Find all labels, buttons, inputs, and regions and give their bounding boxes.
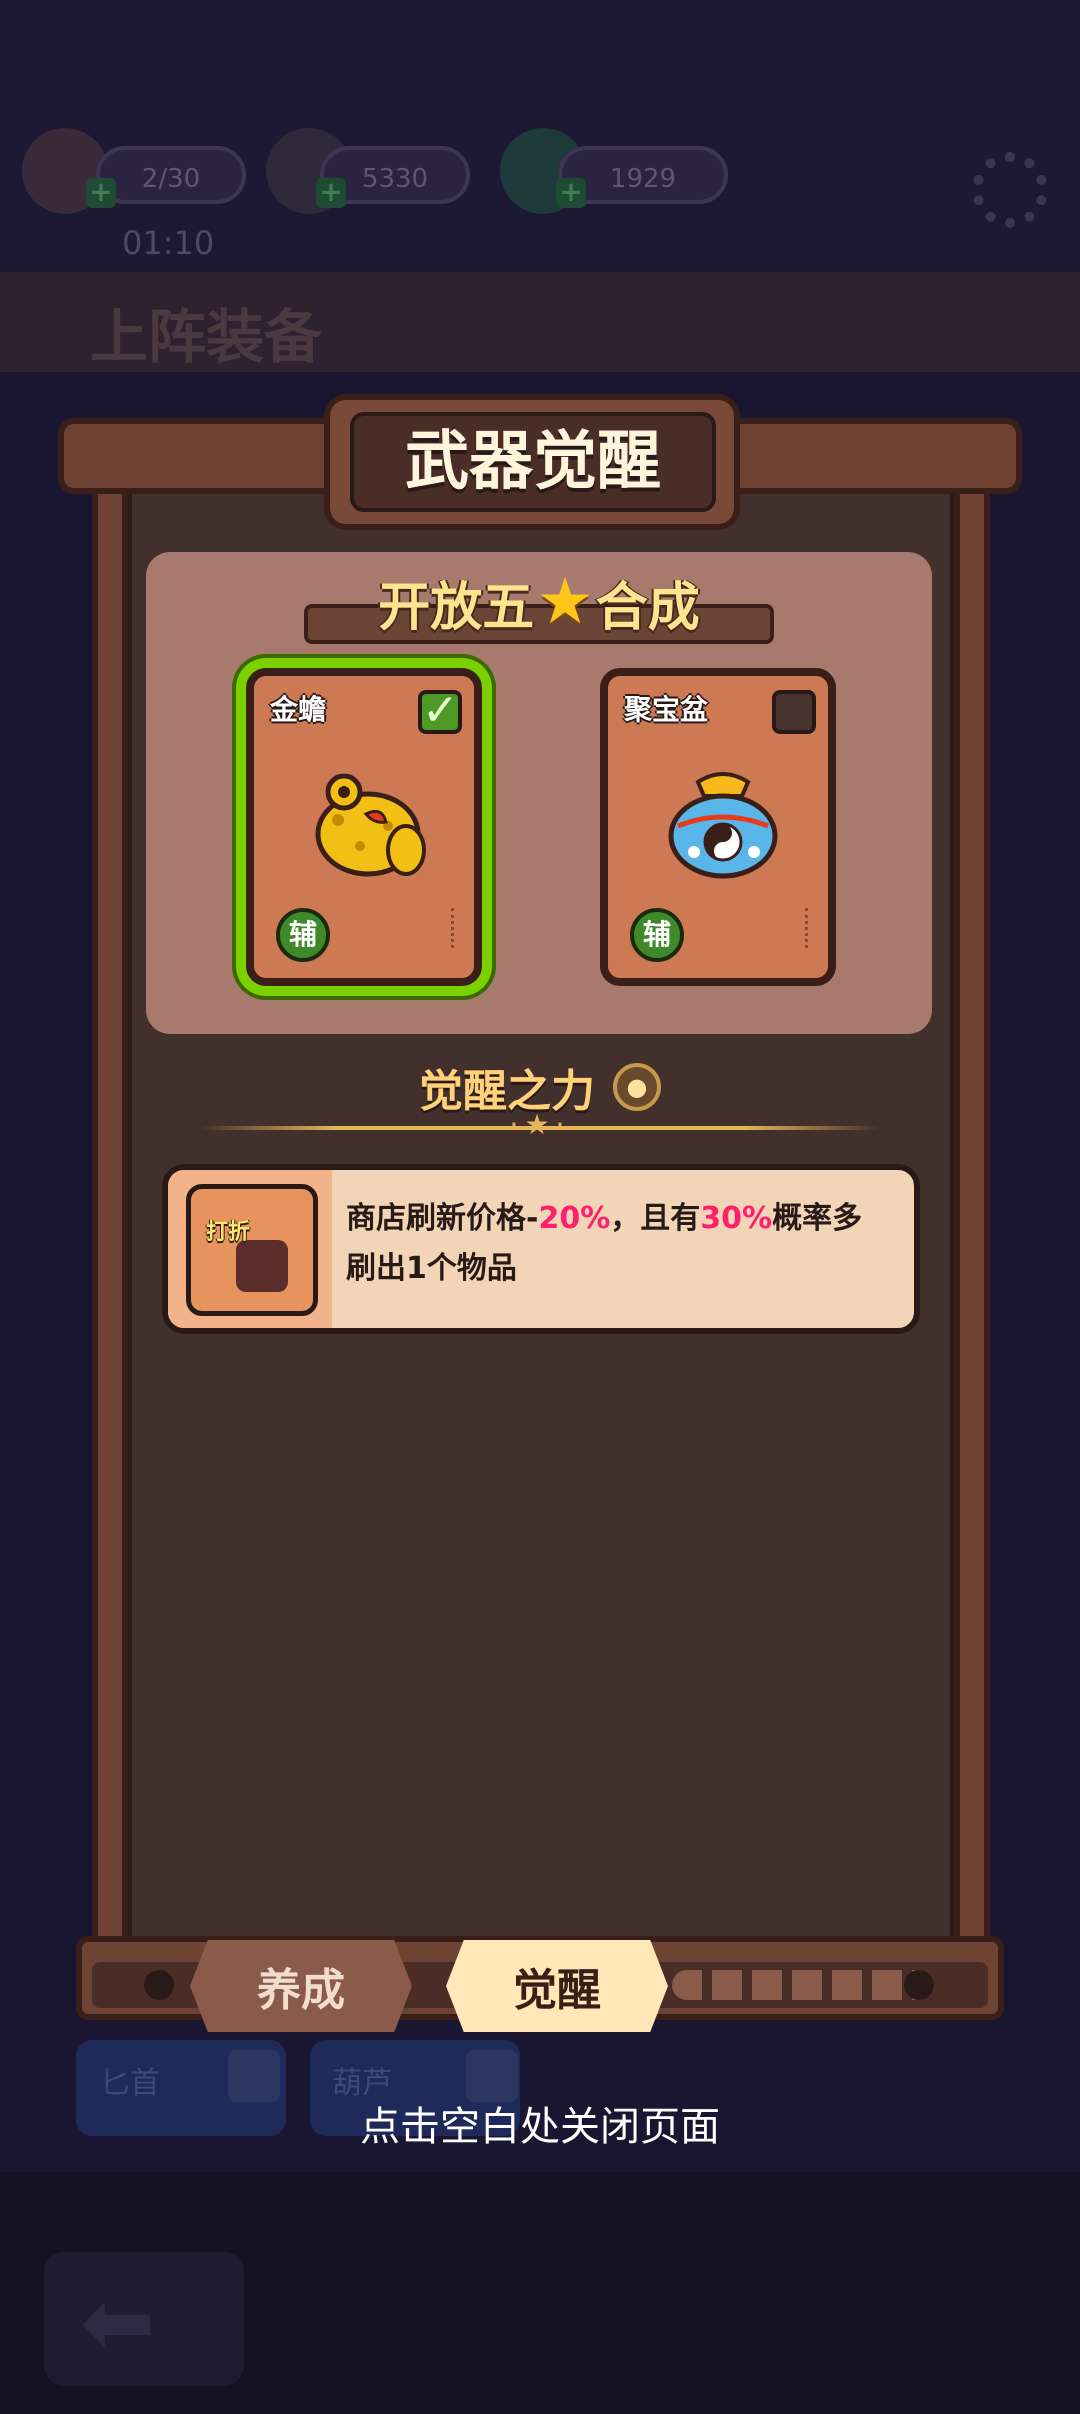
description-text: 商店刷新价格- <box>346 1201 539 1236</box>
add-gold-button: + <box>316 178 346 208</box>
card-decoration <box>451 908 460 948</box>
description-highlight: 30% <box>700 1201 773 1236</box>
gem-value: 1929 <box>609 164 677 194</box>
card-decoration <box>805 908 814 948</box>
card-name: 金蟾 <box>270 693 327 726</box>
awaken-power-description: 商店刷新价格-20%，且有30%概率多刷出1个物品 <box>346 1194 886 1294</box>
close-page-hint[interactable]: 点击空白处关闭页面 <box>0 2094 1080 2152</box>
synthesis-title: 开放五 ★ 合成 <box>304 562 774 642</box>
frame-post-right <box>954 470 990 1950</box>
equipment-card-treasure-bag[interactable]: 聚宝盆 辅 <box>600 668 836 986</box>
discount-tag-label: 打折 <box>206 1220 251 1245</box>
description-text: ，且有 <box>610 1201 701 1236</box>
description-highlight: 20% <box>538 1201 611 1236</box>
card-support-badge: 辅 <box>276 908 330 962</box>
lock-icon: ● <box>613 1063 661 1111</box>
add-gem-button: + <box>556 178 586 208</box>
card-checkbox-checked[interactable]: ✓ <box>418 689 462 734</box>
chain-end <box>904 1970 934 2000</box>
frame-post-left <box>92 470 128 1950</box>
chain-decoration <box>672 1970 934 2000</box>
chain-end <box>144 1970 174 2000</box>
equipment-card-golden-toad[interactable]: 金蟾 ✓ 辅 <box>246 668 482 986</box>
add-stamina-button: + <box>86 178 116 208</box>
gear-icon <box>972 152 1048 228</box>
modal-title: 武器觉醒 <box>405 425 661 499</box>
card-support-badge: 辅 <box>630 908 684 962</box>
divider-stars-icon: ·★· <box>509 1108 571 1141</box>
tab-awaken[interactable]: 觉醒 <box>446 1940 668 2032</box>
golden-toad-icon <box>315 773 426 877</box>
synthesis-title-after: 合成 <box>595 577 700 638</box>
tab-cultivate[interactable]: 养成 <box>190 1940 412 2032</box>
card-name: 聚宝盆 <box>624 693 709 726</box>
countdown-timer: 01:10 <box>122 224 215 262</box>
stamina-pill: 2/30 <box>96 146 246 204</box>
synthesis-title-before: 开放五 <box>378 577 535 638</box>
shop-stall-icon <box>236 1240 288 1292</box>
star-icon: ★ <box>536 565 594 639</box>
treasure-bag-icon <box>668 772 778 879</box>
card-checkbox-unchecked[interactable] <box>772 690 816 734</box>
background-banner-title: 上阵装备 <box>90 303 323 371</box>
back-arrow-icon: ⬅ <box>80 2270 156 2375</box>
gold-value: 5330 <box>361 164 429 194</box>
stamina-value: 2/30 <box>141 164 201 194</box>
